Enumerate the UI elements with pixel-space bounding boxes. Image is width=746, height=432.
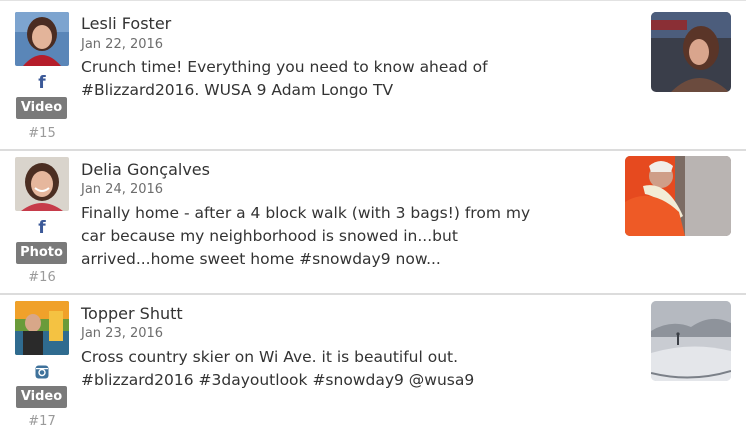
post-text: Crunch time! Everything you need to know…	[81, 58, 488, 99]
author-name[interactable]: Delia Gonçalves	[81, 160, 210, 179]
post-text: Cross country skier on Wi Ave. it is bea…	[81, 348, 475, 389]
feed-post[interactable]: f Video #15 Lesli Foster Jan 22, 2016 Cr…	[0, 1, 746, 149]
post-rank: #17	[28, 414, 56, 429]
post-date: Jan 22, 2016	[81, 37, 164, 52]
author-avatar[interactable]	[15, 12, 69, 66]
author-name[interactable]: Lesli Foster	[81, 14, 171, 33]
author-name[interactable]: Topper Shutt	[81, 304, 183, 323]
social-feed: f Video #15 Lesli Foster Jan 22, 2016 Cr…	[0, 0, 746, 432]
post-rank: #16	[28, 270, 56, 285]
post-thumbnail[interactable]	[651, 301, 731, 381]
post-date: Jan 23, 2016	[81, 326, 164, 341]
author-avatar[interactable]	[15, 301, 69, 355]
instagram-icon[interactable]	[33, 363, 51, 381]
facebook-icon[interactable]: f	[33, 74, 51, 92]
feed-post[interactable]: Video #17 Topper Shutt Jan 23, 2016 Cros…	[0, 293, 746, 432]
post-rank: #15	[28, 126, 56, 141]
media-type-badge[interactable]: Video	[16, 97, 67, 119]
post-text: Finally home - after a 4 block walk (wit…	[81, 204, 531, 268]
feed-post[interactable]: f Photo #16 Delia Gonçalves Jan 24, 2016…	[0, 149, 746, 293]
post-thumbnail[interactable]	[651, 12, 731, 92]
post-date: Jan 24, 2016	[81, 182, 164, 197]
post-thumbnail[interactable]	[625, 156, 731, 236]
facebook-icon[interactable]: f	[33, 219, 51, 237]
media-type-badge[interactable]: Photo	[16, 242, 67, 264]
media-type-badge[interactable]: Video	[16, 386, 67, 408]
author-avatar[interactable]	[15, 157, 69, 211]
